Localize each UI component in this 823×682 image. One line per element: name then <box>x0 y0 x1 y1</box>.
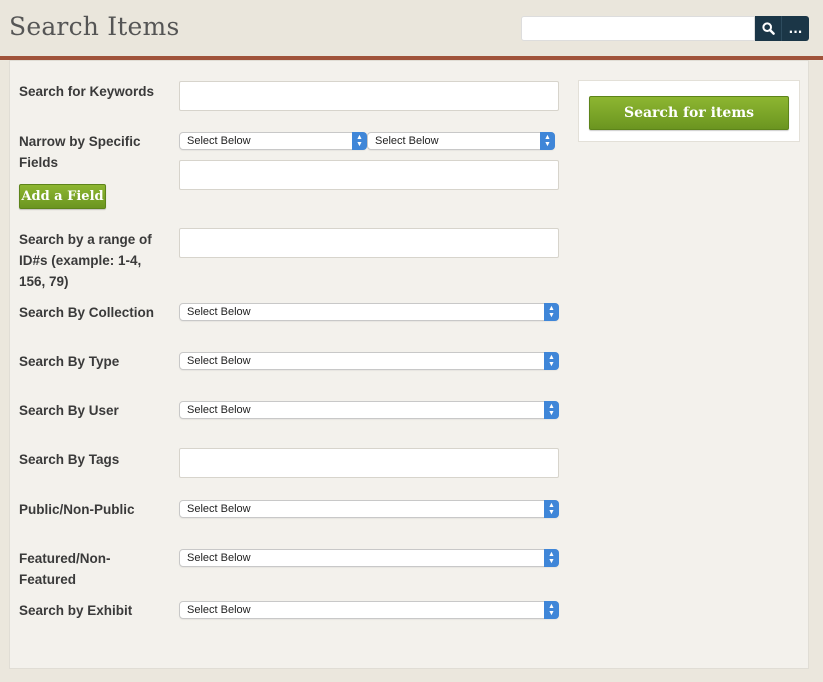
featured-select-value: Select Below <box>187 552 251 564</box>
header-search-input[interactable] <box>521 16 755 41</box>
select-arrows-icon: ▲ ▼ <box>544 549 559 567</box>
select-arrows-icon: ▲ ▼ <box>544 601 559 619</box>
collection-label: Search By Collection <box>19 305 155 320</box>
advanced-search-button[interactable]: ... <box>782 16 809 41</box>
keywords-input[interactable] <box>179 81 559 111</box>
user-select[interactable]: Select Below ▲ ▼ <box>179 401 559 419</box>
type-select-value: Select Below <box>187 355 251 367</box>
narrow-fields-label: Narrow by Specific Fields <box>19 134 141 170</box>
tags-label: Search By Tags <box>19 452 120 467</box>
public-select[interactable]: Select Below ▲ ▼ <box>179 500 559 518</box>
public-select-value: Select Below <box>187 503 251 515</box>
exhibit-select-value: Select Below <box>187 604 251 616</box>
add-field-button[interactable]: Add a Field <box>19 184 106 209</box>
select-arrows-icon: ▲ ▼ <box>540 132 555 150</box>
exhibit-select[interactable]: Select Below ▲ ▼ <box>179 601 559 619</box>
narrow-field-select-value: Select Below <box>187 135 251 147</box>
exhibit-label: Search by Exhibit <box>19 603 133 618</box>
id-range-input[interactable] <box>179 228 559 258</box>
featured-label: Featured/Non-Featured <box>19 551 111 587</box>
narrow-type-select[interactable]: Select Below ▲ ▼ <box>367 132 555 150</box>
narrow-type-select-value: Select Below <box>375 135 439 147</box>
collection-select-value: Select Below <box>187 306 251 318</box>
select-arrows-icon: ▲ ▼ <box>352 132 367 150</box>
keywords-label: Search for Keywords <box>19 84 155 99</box>
narrow-terms-input[interactable] <box>179 160 559 190</box>
search-for-items-button[interactable]: Search for items <box>589 96 789 130</box>
collection-select[interactable]: Select Below ▲ ▼ <box>179 303 559 321</box>
page-header: Search Items ... <box>0 0 823 57</box>
type-label: Search By Type <box>19 354 120 369</box>
select-arrows-icon: ▲ ▼ <box>544 500 559 518</box>
select-arrows-icon: ▲ ▼ <box>544 303 559 321</box>
tags-input[interactable] <box>179 448 559 478</box>
narrow-field-select[interactable]: Select Below ▲ ▼ <box>179 132 367 150</box>
page-title: Search Items <box>9 12 180 41</box>
id-range-label: Search by a range of ID#s (example: 1-4,… <box>19 232 152 289</box>
type-select[interactable]: Select Below ▲ ▼ <box>179 352 559 370</box>
featured-select[interactable]: Select Below ▲ ▼ <box>179 549 559 567</box>
user-select-value: Select Below <box>187 404 251 416</box>
search-icon <box>761 22 775 35</box>
select-arrows-icon: ▲ ▼ <box>544 352 559 370</box>
public-label: Public/Non-Public <box>19 502 135 517</box>
select-arrows-icon: ▲ ▼ <box>544 401 559 419</box>
user-label: Search By User <box>19 403 119 418</box>
header-search-button[interactable] <box>755 16 782 41</box>
